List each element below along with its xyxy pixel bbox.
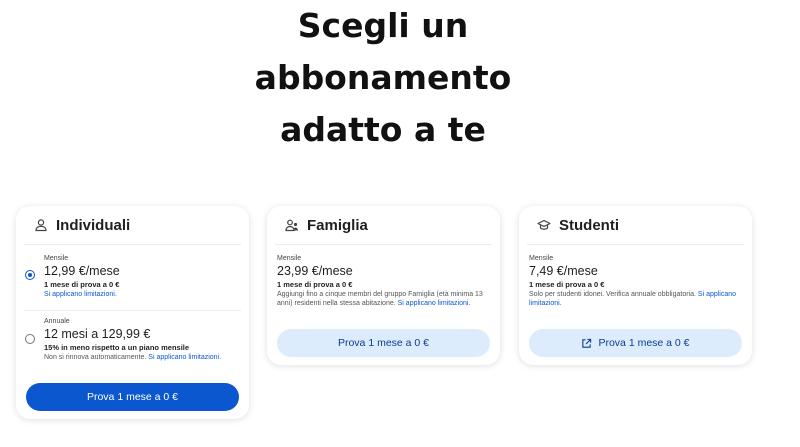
limitations-link[interactable]: Si applicano limitazioni. <box>398 300 471 307</box>
plan-card-family: Famiglia Mensile 23,99 €/mese 1 mese di … <box>267 206 500 365</box>
plan-price: 12 mesi a 129,99 € <box>44 327 151 341</box>
plan-price: 23,99 €/mese <box>277 264 353 278</box>
plan-option-annual[interactable]: Annuale 12 mesi a 129,99 € 15% in meno r… <box>16 318 249 370</box>
plan-trial: 1 mese di prova a 0 € <box>44 280 120 289</box>
plan-note: Solo per studenti idonei. Verifica annua… <box>529 291 696 298</box>
person-icon <box>35 219 47 232</box>
plan-details-family: Mensile 23,99 €/mese 1 mese di prova a 0… <box>277 255 492 308</box>
radio-monthly[interactable] <box>25 270 35 280</box>
plan-trial: 1 mese di prova a 0 € <box>529 280 605 289</box>
external-link-icon <box>582 338 592 348</box>
try-button-students[interactable]: Prova 1 mese a 0 € <box>529 329 742 357</box>
plan-price: 12,99 €/mese <box>44 264 120 278</box>
plan-kicker: Mensile <box>529 255 554 262</box>
plan-kicker: Mensile <box>44 255 69 262</box>
card-title: Studenti <box>559 216 619 234</box>
plan-card-individual: Individuali Mensile 12,99 €/mese 1 mese … <box>16 206 249 419</box>
graduation-cap-icon <box>537 219 551 230</box>
try-button-label: Prova 1 mese a 0 € <box>598 337 690 349</box>
title-line-3: adatto a te <box>280 110 486 149</box>
plan-price: 7,49 €/mese <box>529 264 598 278</box>
radio-annual[interactable] <box>25 334 35 344</box>
title-line-1: Scegli un <box>297 6 469 45</box>
card-title: Individuali <box>56 216 131 234</box>
card-title: Famiglia <box>307 216 368 234</box>
plan-kicker: Mensile <box>277 255 302 262</box>
plan-trial: 1 mese di prova a 0 € <box>277 280 353 289</box>
limitations-link[interactable]: Si applicano limitazioni. <box>44 291 117 298</box>
plan-note: Non si rinnova automaticamente. <box>44 354 147 361</box>
page-title: Scegli un abbonamento adatto a te <box>230 0 536 156</box>
plan-details-students: Mensile 7,49 €/mese 1 mese di prova a 0 … <box>529 255 744 308</box>
try-button-individual[interactable]: Prova 1 mese a 0 € <box>26 383 239 411</box>
card-header: Studenti <box>527 206 744 245</box>
plan-savings: 15% in meno rispetto a un piano mensile <box>44 343 190 352</box>
plan-option-monthly[interactable]: Mensile 12,99 €/mese 1 mese di prova a 0… <box>16 255 249 303</box>
try-button-family[interactable]: Prova 1 mese a 0 € <box>277 329 490 357</box>
divider <box>24 310 241 311</box>
card-header: Famiglia <box>275 206 492 245</box>
plan-kicker: Annuale <box>44 318 70 325</box>
limitations-link[interactable]: Si applicano limitazioni. <box>148 354 221 361</box>
title-line-2: abbonamento <box>254 58 512 97</box>
plan-card-students: Studenti Mensile 7,49 €/mese 1 mese di p… <box>519 206 752 365</box>
card-header: Individuali <box>24 206 241 245</box>
family-icon <box>285 219 298 232</box>
